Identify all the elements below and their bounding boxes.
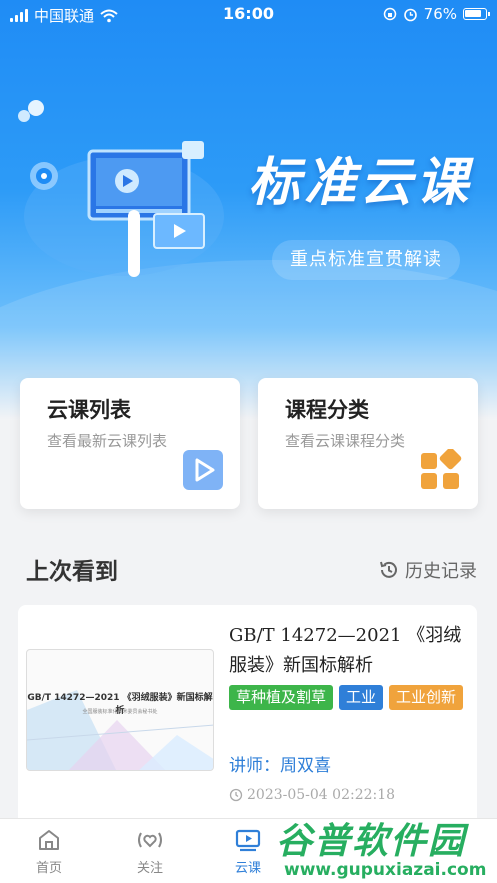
hero-illustration <box>18 100 224 277</box>
hero-banner: 中国联通 16:00 76% 标准云课 重点标准宣贯解读 <box>0 0 497 420</box>
tab-label: 首页 <box>35 861 62 876</box>
tag[interactable]: 工业 <box>339 685 384 710</box>
battery-icon <box>463 8 490 20</box>
thumbnail-subtitle: 全国服装标准化技术委员会秘书处 <box>82 709 158 715</box>
timestamp: 2023-05-04 02:22:18 <box>247 787 396 803</box>
history-button[interactable]: 历史记录 <box>378 557 477 583</box>
card-title: 课程分类 <box>285 398 369 422</box>
hero-subtitle: 重点标准宣贯解读 <box>272 240 460 280</box>
history-label: 历史记录 <box>405 561 477 582</box>
hero-title: 标准云课 <box>248 153 473 213</box>
tag[interactable]: 工业创新 <box>389 685 464 710</box>
course-title: GB/T 14272—2021 《羽绒服装》新国标解析 <box>229 625 462 676</box>
watermark-url: www.gupuxiazai.com <box>284 860 487 880</box>
watermark-text: 谷普软件园 <box>276 821 467 862</box>
history-icon <box>380 561 397 578</box>
tab-label: 云课 <box>234 861 261 876</box>
tag[interactable]: 草种植及割草 <box>229 685 334 710</box>
tab-home[interactable]: 首页 <box>19 827 79 876</box>
card-course-category[interactable]: 课程分类 查看云课课程分类 <box>258 378 478 509</box>
tab-cloud-course[interactable]: 云课 <box>218 827 278 876</box>
course-tags: 草种植及割草 工业 工业创新 <box>229 685 469 710</box>
home-icon <box>39 830 59 850</box>
last-watched-card[interactable]: GB/T 14272—2021 《羽绒服装》新国标解析 全国服装标准化技术委员会… <box>18 605 477 835</box>
card-subtitle: 查看最新云课列表 <box>47 432 168 450</box>
lecturer: 讲师：周双喜 <box>229 756 331 776</box>
rotation-lock-icon <box>383 7 396 21</box>
card-course-list[interactable]: 云课列表 查看最新云课列表 <box>20 378 240 509</box>
alarm-icon <box>403 8 417 21</box>
course-thumbnail: GB/T 14272—2021 《羽绒服装》新国标解析 全国服装标准化技术委员会… <box>26 649 214 771</box>
status-bar: 中国联通 16:00 76% <box>0 0 497 28</box>
heart-signal-icon <box>138 832 162 848</box>
clock-icon <box>229 788 243 802</box>
video-icon <box>235 829 261 852</box>
tab-follow[interactable]: 关注 <box>120 827 180 876</box>
play-icon <box>183 450 223 490</box>
battery-percent: 76% <box>423 5 457 23</box>
card-title: 云课列表 <box>47 398 131 422</box>
section-title: 上次看到 <box>26 559 118 585</box>
tab-label: 关注 <box>136 861 163 876</box>
card-subtitle: 查看云课课程分类 <box>285 432 406 450</box>
watermark: 谷普软件园 www.gupuxiazai.com <box>270 806 497 883</box>
watch-time: 2023-05-04 02:22:18 <box>229 787 395 803</box>
category-grid-icon <box>421 449 462 489</box>
